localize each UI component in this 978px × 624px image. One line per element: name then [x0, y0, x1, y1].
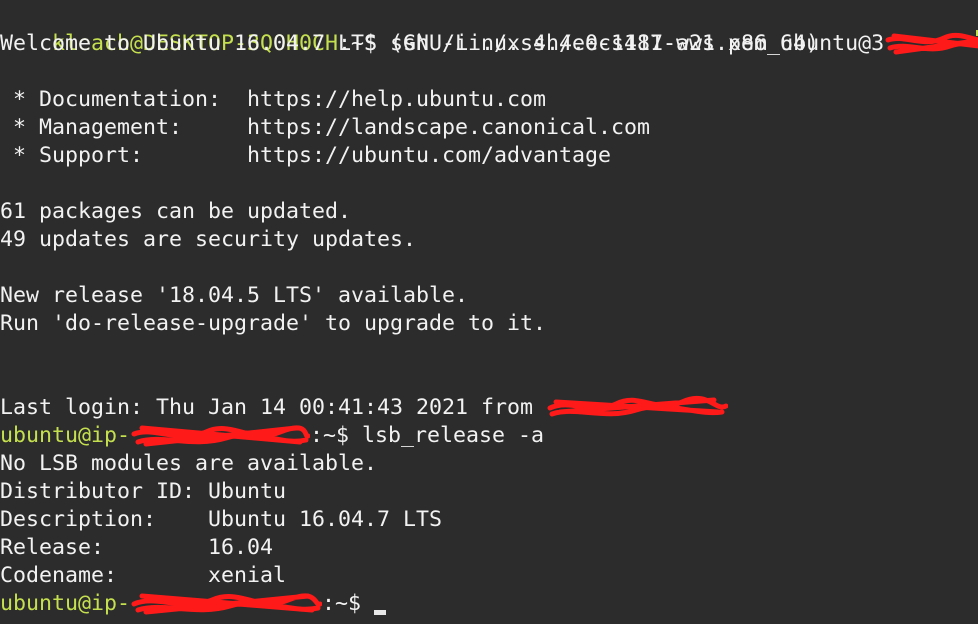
management-label: * Management: — [0, 115, 248, 140]
distributor-id-line: Distributor ID: Ubuntu — [0, 479, 287, 504]
last-login-text: Last login: Thu Jan 14 00:41:43 2021 fro… — [0, 395, 547, 420]
support-label: * Support: — [0, 143, 248, 168]
redacted-ip-scribble — [884, 30, 978, 58]
new-release-line: New release '18.04.5 LTS' available. — [0, 283, 469, 308]
security-updates-line: 49 updates are security updates. — [0, 227, 417, 252]
management-url[interactable]: https://landscape.canonical.com — [247, 115, 650, 140]
documentation-url[interactable]: https://help.ubuntu.com — [247, 87, 546, 112]
lsb-command: lsb_release -a — [362, 423, 545, 448]
prompt-path: :~$ — [322, 591, 375, 616]
documentation-label: * Documentation: — [0, 87, 248, 112]
description-line: Description: Ubuntu 16.04.7 LTS — [0, 507, 443, 532]
prompt-path: :~$ — [310, 423, 363, 448]
documentation-line: * Documentation: https://help.ubuntu.com — [0, 86, 546, 114]
active-prompt-line[interactable]: ubuntu@ip- :~$ — [0, 590, 387, 618]
support-url[interactable]: https://ubuntu.com/advantage — [247, 143, 611, 168]
packages-line: 61 packages can be updated. — [0, 199, 352, 224]
last-login-line: Last login: Thu Jan 14 00:41:43 2021 fro… — [0, 394, 729, 422]
redacted-hostname-scribble — [130, 590, 323, 618]
support-line: * Support: https://ubuntu.com/advantage — [0, 142, 611, 170]
prompt-user-host: ubuntu@ip- — [0, 591, 131, 616]
codename-line: Codename: xenial — [0, 563, 287, 588]
lsb-command-line: ubuntu@ip- :~$ lsb_release -a — [0, 422, 544, 450]
upgrade-hint-line: Run 'do-release-upgrade' to upgrade to i… — [0, 311, 547, 336]
terminal-window[interactable]: kleach@DESKTOP-3QOH0CH:~$ ssh -i ./.ssh/… — [0, 0, 978, 624]
redacted-hostname-scribble — [130, 422, 311, 450]
prompt-user-host: ubuntu@ip- — [0, 423, 131, 448]
welcome-line: Welcome to Ubuntu 16.04.7 LTS (GNU/Linux… — [0, 31, 820, 56]
redacted-login-source-scribble — [546, 394, 729, 422]
management-line: * Management: https://landscape.canonica… — [0, 114, 650, 142]
ssh-command-line: kleach@DESKTOP-3QOH0CH:~$ ssh -i ./.ssh/… — [0, 2, 978, 56]
lsb-output-line: No LSB modules are available. — [0, 451, 378, 476]
text-cursor — [374, 610, 387, 615]
release-line: Release: 16.04 — [0, 535, 274, 560]
